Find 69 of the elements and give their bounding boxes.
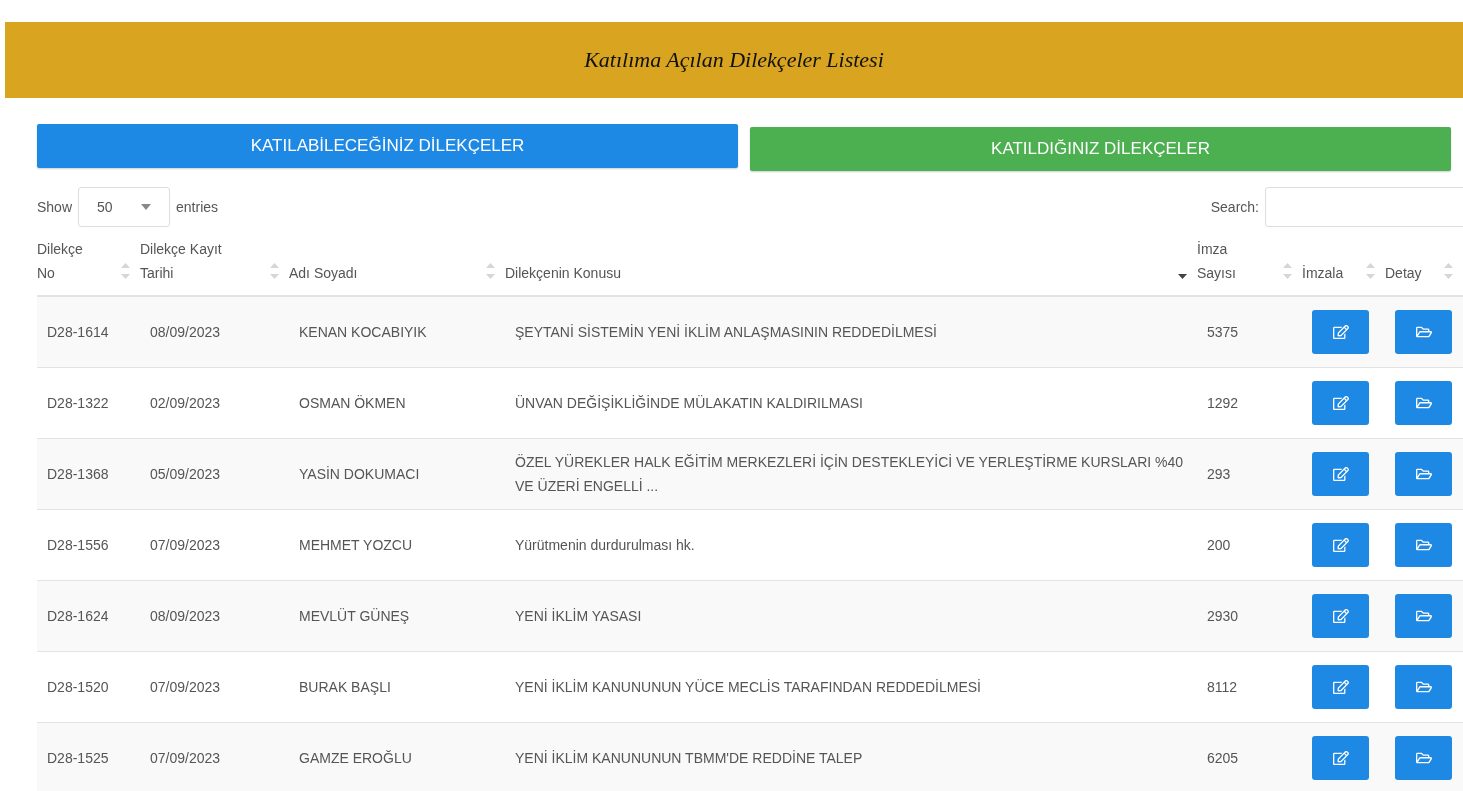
edit-icon <box>1332 536 1349 553</box>
table-cell: Yürütmenin durdurulması hk. <box>515 536 695 553</box>
sign-button[interactable] <box>1312 664 1369 709</box>
table-cell: 08/09/2023 <box>150 323 221 340</box>
detail-button[interactable] <box>1395 309 1452 354</box>
sign-button[interactable] <box>1312 451 1369 496</box>
table-cell: D28-1525 <box>47 749 109 766</box>
table-cell: D28-1614 <box>47 323 109 340</box>
detail-button[interactable] <box>1395 664 1452 709</box>
table-cell: ŞEYTANİ SİSTEMİN YENİ İKLİM ANLAŞMASININ REDDEDİLMESİ <box>515 323 937 340</box>
table-cell: YENİ İKLİM KANUNUNUN YÜCE MECLİS TARAFINDAN REDDEDİLMESİ <box>515 678 981 695</box>
table-cell: YENİ İKLİM KANUNUNUN TBMM'DE REDDİNE TALEP <box>515 749 863 766</box>
detail-button[interactable] <box>1395 522 1452 567</box>
table-cell: MEVLÜT GÜNEŞ <box>299 607 410 624</box>
sign-button[interactable] <box>1312 380 1369 425</box>
table-cell: 293 <box>1207 465 1231 482</box>
edit-icon <box>1332 465 1349 482</box>
edit-icon <box>1332 394 1349 411</box>
edit-icon <box>1332 607 1349 624</box>
table-cell: D28-1322 <box>47 394 109 411</box>
detail-button[interactable] <box>1395 451 1452 496</box>
search-field[interactable] <box>1265 187 1463 227</box>
table-cell: D28-1368 <box>47 465 109 482</box>
table-cell: 05/09/2023 <box>150 465 221 482</box>
sign-button[interactable] <box>1312 593 1369 638</box>
edit-icon <box>1332 323 1349 340</box>
table-cell: 02/09/2023 <box>150 394 221 411</box>
table-cell: MEHMET YOZCU <box>299 536 413 553</box>
sign-button[interactable] <box>1312 309 1369 354</box>
table-cell: KENAN KOCABIYIK <box>299 323 427 340</box>
table-cell: 07/09/2023 <box>150 678 221 695</box>
column-header[interactable]: Adı Soyadı <box>289 261 358 285</box>
table-cell: 07/09/2023 <box>150 749 221 766</box>
entries-label: entries <box>176 199 219 215</box>
table-cell: 08/09/2023 <box>150 607 221 624</box>
table-cell: 200 <box>1207 536 1231 553</box>
show-label: Show <box>37 199 73 215</box>
column-header[interactable]: Dilekçe No <box>37 237 95 285</box>
detail-button[interactable] <box>1395 593 1452 638</box>
table-cell: YASİN DOKUMACI <box>299 465 420 482</box>
column-header[interactable]: Dilekçenin Konusu <box>505 261 621 285</box>
table-cell: 07/09/2023 <box>150 536 221 553</box>
column-header[interactable]: İmza Sayısı <box>1197 237 1257 285</box>
table-cell: YENİ İKLİM YASASI <box>515 607 642 624</box>
table-cell: 2930 <box>1207 607 1239 624</box>
table-cell: D28-1520 <box>47 678 109 695</box>
table-cell: D28-1624 <box>47 607 109 624</box>
table-cell: ÜNVAN DEĞİŞİKLİĞİNDE MÜLAKATIN KALDIRILMASI <box>515 394 863 411</box>
search-label: Search: <box>1210 199 1259 215</box>
table-cell: OSMAN ÖKMEN <box>299 394 406 411</box>
table-cell: 1292 <box>1207 394 1239 411</box>
detail-button[interactable] <box>1395 735 1452 780</box>
detail-button[interactable] <box>1395 380 1452 425</box>
page-title: Katılıma Açılan Dilekçeler Listesi <box>584 47 884 73</box>
edit-icon <box>1332 749 1349 766</box>
sign-button[interactable] <box>1312 735 1369 780</box>
table-cell: 8112 <box>1207 678 1238 695</box>
table-cell: D28-1556 <box>47 536 109 553</box>
table-cell: BURAK BAŞLI <box>299 678 391 695</box>
edit-icon <box>1332 678 1349 695</box>
tab-button[interactable]: KATILABİLECEĞİNİZ DİLEKÇELER <box>37 124 738 168</box>
sign-button[interactable] <box>1312 522 1369 567</box>
caret-icon <box>141 204 152 210</box>
table-cell: ÖZEL YÜREKLER HALK EĞİTİM MERKEZLERİ İÇİN DESTEKLEYİCİ VE YERLEŞTİRME KURSLARI %40 VE ÜZERİ ENGELLİ ... <box>515 453 1184 494</box>
table-cell: 5375 <box>1207 323 1239 340</box>
table-cell: GAMZE EROĞLU <box>299 749 412 766</box>
entries-select[interactable]: 50 <box>78 187 171 227</box>
column-header[interactable]: Dilekçe Kayıt Tarihi <box>140 237 244 285</box>
table-cell: 6205 <box>1207 749 1239 766</box>
